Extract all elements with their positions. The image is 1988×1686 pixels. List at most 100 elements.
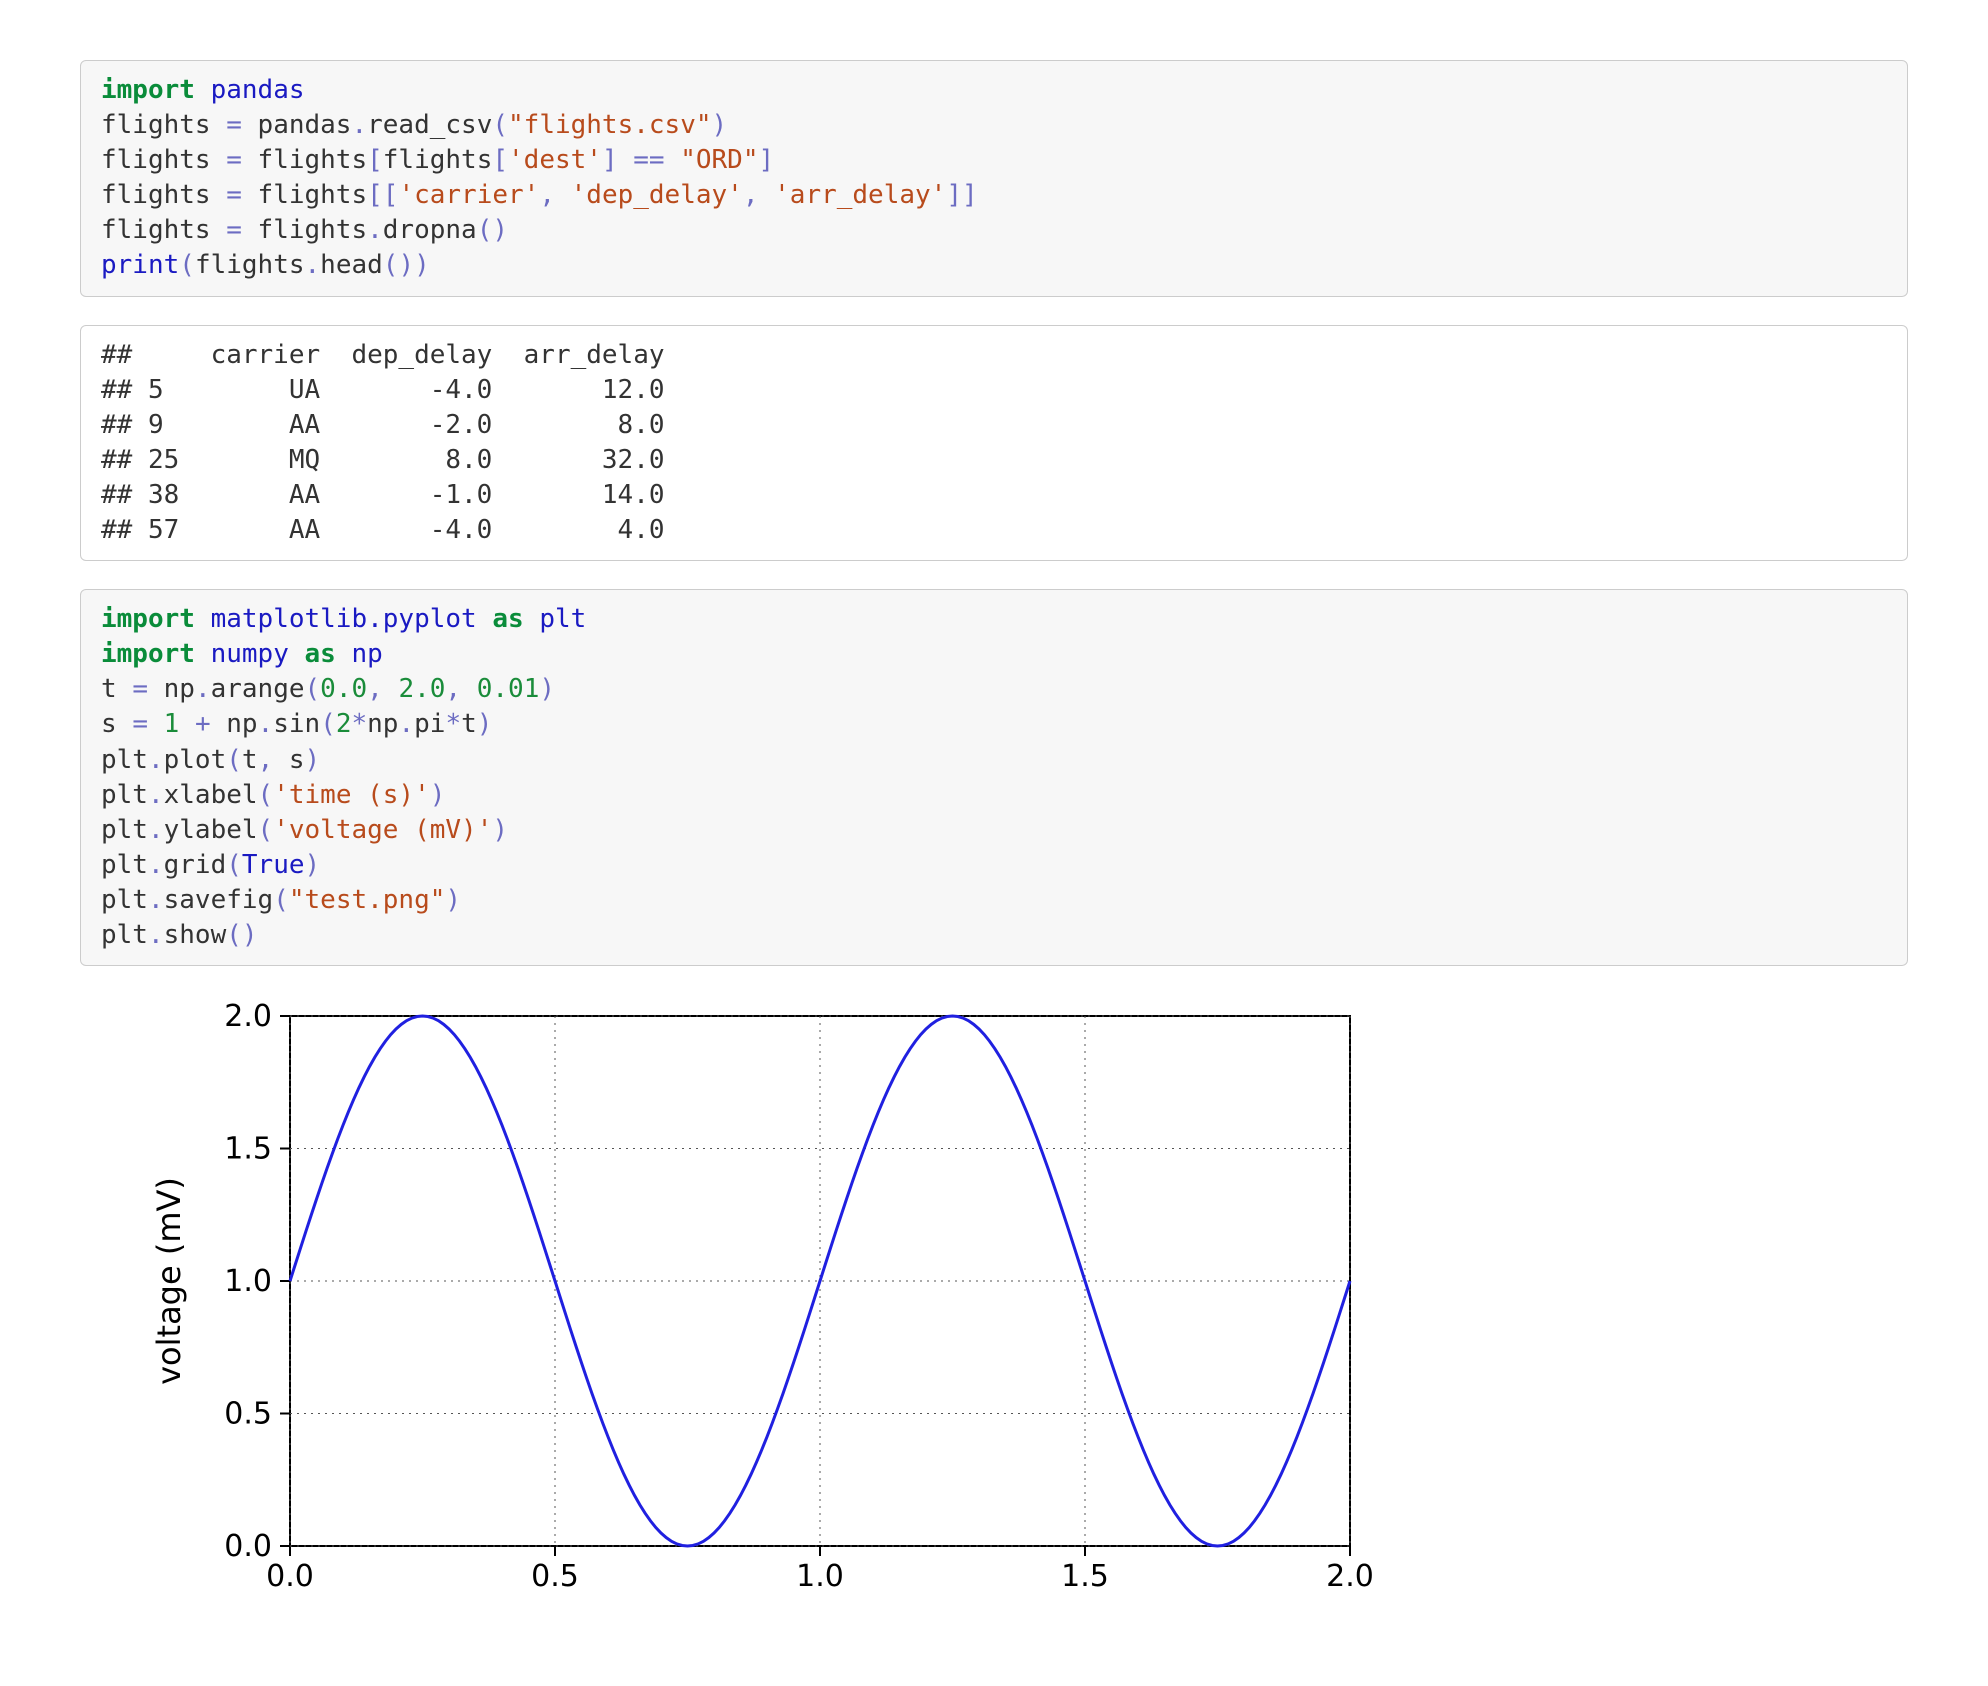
code-token: ylabel — [164, 815, 258, 845]
code-token: t — [101, 674, 132, 704]
code-token: matplotlib.pyplot — [211, 604, 477, 634]
code-token: as — [305, 639, 336, 669]
code-token: dropna — [383, 215, 477, 245]
code-token: flights — [101, 110, 226, 140]
code-token: plt — [101, 885, 148, 915]
code-token: , — [258, 745, 274, 775]
ytick-label: 2.0 — [224, 999, 272, 1034]
code-token: ( — [320, 709, 336, 739]
xtick-label: 1.5 — [1061, 1559, 1109, 1594]
code-token: . — [195, 674, 211, 704]
code-token: head — [320, 250, 383, 280]
ytick-label: 0.0 — [224, 1529, 272, 1564]
code-token — [383, 674, 399, 704]
code-block-matplotlib: import matplotlib.pyplot as plt import n… — [80, 589, 1908, 966]
ytick-label: 1.5 — [224, 1132, 272, 1167]
code-token: ( — [179, 250, 195, 280]
sine-line — [290, 1016, 1350, 1546]
code-token — [555, 180, 571, 210]
code-token: savefig — [164, 885, 274, 915]
code-token: grid — [164, 850, 227, 880]
code-token: = — [132, 674, 148, 704]
code-token: ) — [712, 110, 728, 140]
code-token: show — [164, 920, 227, 950]
code-token: flights — [101, 215, 226, 245]
code-token: ) — [477, 709, 493, 739]
code-token: np — [148, 674, 195, 704]
code-token: np — [211, 709, 258, 739]
code-token: 'dest' — [508, 145, 602, 175]
code-token: 'voltage (mV)' — [273, 815, 492, 845]
code-token: t — [242, 745, 258, 775]
code-token: ( — [226, 850, 242, 880]
code-token: = — [226, 180, 242, 210]
code-token: == — [633, 145, 664, 175]
code-token: 'dep_delay' — [571, 180, 743, 210]
output-block: ## carrier dep_delay arr_delay ## 5 UA -… — [80, 325, 1908, 562]
code-token: plt — [101, 780, 148, 810]
code-token: . — [148, 850, 164, 880]
code-token: ( — [305, 674, 321, 704]
code-token: np — [351, 639, 382, 669]
code-token: [ — [492, 145, 508, 175]
code-token: = — [132, 709, 148, 739]
code-token — [179, 709, 195, 739]
code-token: ) — [445, 885, 461, 915]
code-block-pandas: import pandas flights = pandas.read_csv(… — [80, 60, 1908, 297]
code-token — [336, 639, 352, 669]
code-token: 'carrier' — [398, 180, 539, 210]
code-token — [758, 180, 774, 210]
code-token: plot — [164, 745, 227, 775]
code-token: * — [445, 709, 461, 739]
code-token: xlabel — [164, 780, 258, 810]
code-token: ( — [258, 815, 274, 845]
code-token: flights — [242, 145, 367, 175]
code-token: * — [352, 709, 368, 739]
code-token: . — [148, 815, 164, 845]
code-token: 'time (s)' — [273, 780, 430, 810]
code-token: () — [226, 920, 257, 950]
code-token: "ORD" — [680, 145, 758, 175]
code-token — [195, 75, 211, 105]
code-token: + — [195, 709, 211, 739]
code-token: arange — [211, 674, 305, 704]
code-token: . — [148, 885, 164, 915]
code-token: as — [492, 604, 523, 634]
code-token: = — [226, 215, 242, 245]
code-token: import — [101, 604, 195, 634]
code-token: ) — [305, 745, 321, 775]
code-token: () — [477, 215, 508, 245]
code-token: . — [148, 745, 164, 775]
code-token: 2.0 — [398, 674, 445, 704]
code-token: flights — [195, 250, 305, 280]
code-token: "test.png" — [289, 885, 446, 915]
code-token: print — [101, 250, 179, 280]
code-token: , — [743, 180, 759, 210]
code-token: flights — [242, 180, 367, 210]
xtick-label: 0.0 — [266, 1559, 314, 1594]
code-token: plt — [101, 745, 148, 775]
code-token: flights — [242, 215, 367, 245]
code-token: ) — [492, 815, 508, 845]
code-token: ] — [759, 145, 775, 175]
code-token: 'arr_delay' — [774, 180, 946, 210]
code-token: [ — [367, 145, 383, 175]
code-token — [195, 604, 211, 634]
code-token: ] — [602, 145, 618, 175]
code-token: ( — [226, 745, 242, 775]
code-token: , — [445, 674, 461, 704]
code-token: ()) — [383, 250, 430, 280]
code-token: plt — [539, 604, 586, 634]
code-token: plt — [101, 815, 148, 845]
code-token: . — [351, 110, 367, 140]
code-token: . — [258, 709, 274, 739]
code-token: flights — [383, 145, 493, 175]
code-token: 0.01 — [477, 674, 540, 704]
sine-chart: 0.00.51.01.52.00.00.51.01.52.0voltage (m… — [120, 996, 1380, 1626]
code-token: numpy — [211, 639, 289, 669]
xtick-label: 2.0 — [1326, 1559, 1374, 1594]
code-token — [477, 604, 493, 634]
code-token: pi — [414, 709, 445, 739]
code-token — [195, 639, 211, 669]
code-token: ) — [539, 674, 555, 704]
